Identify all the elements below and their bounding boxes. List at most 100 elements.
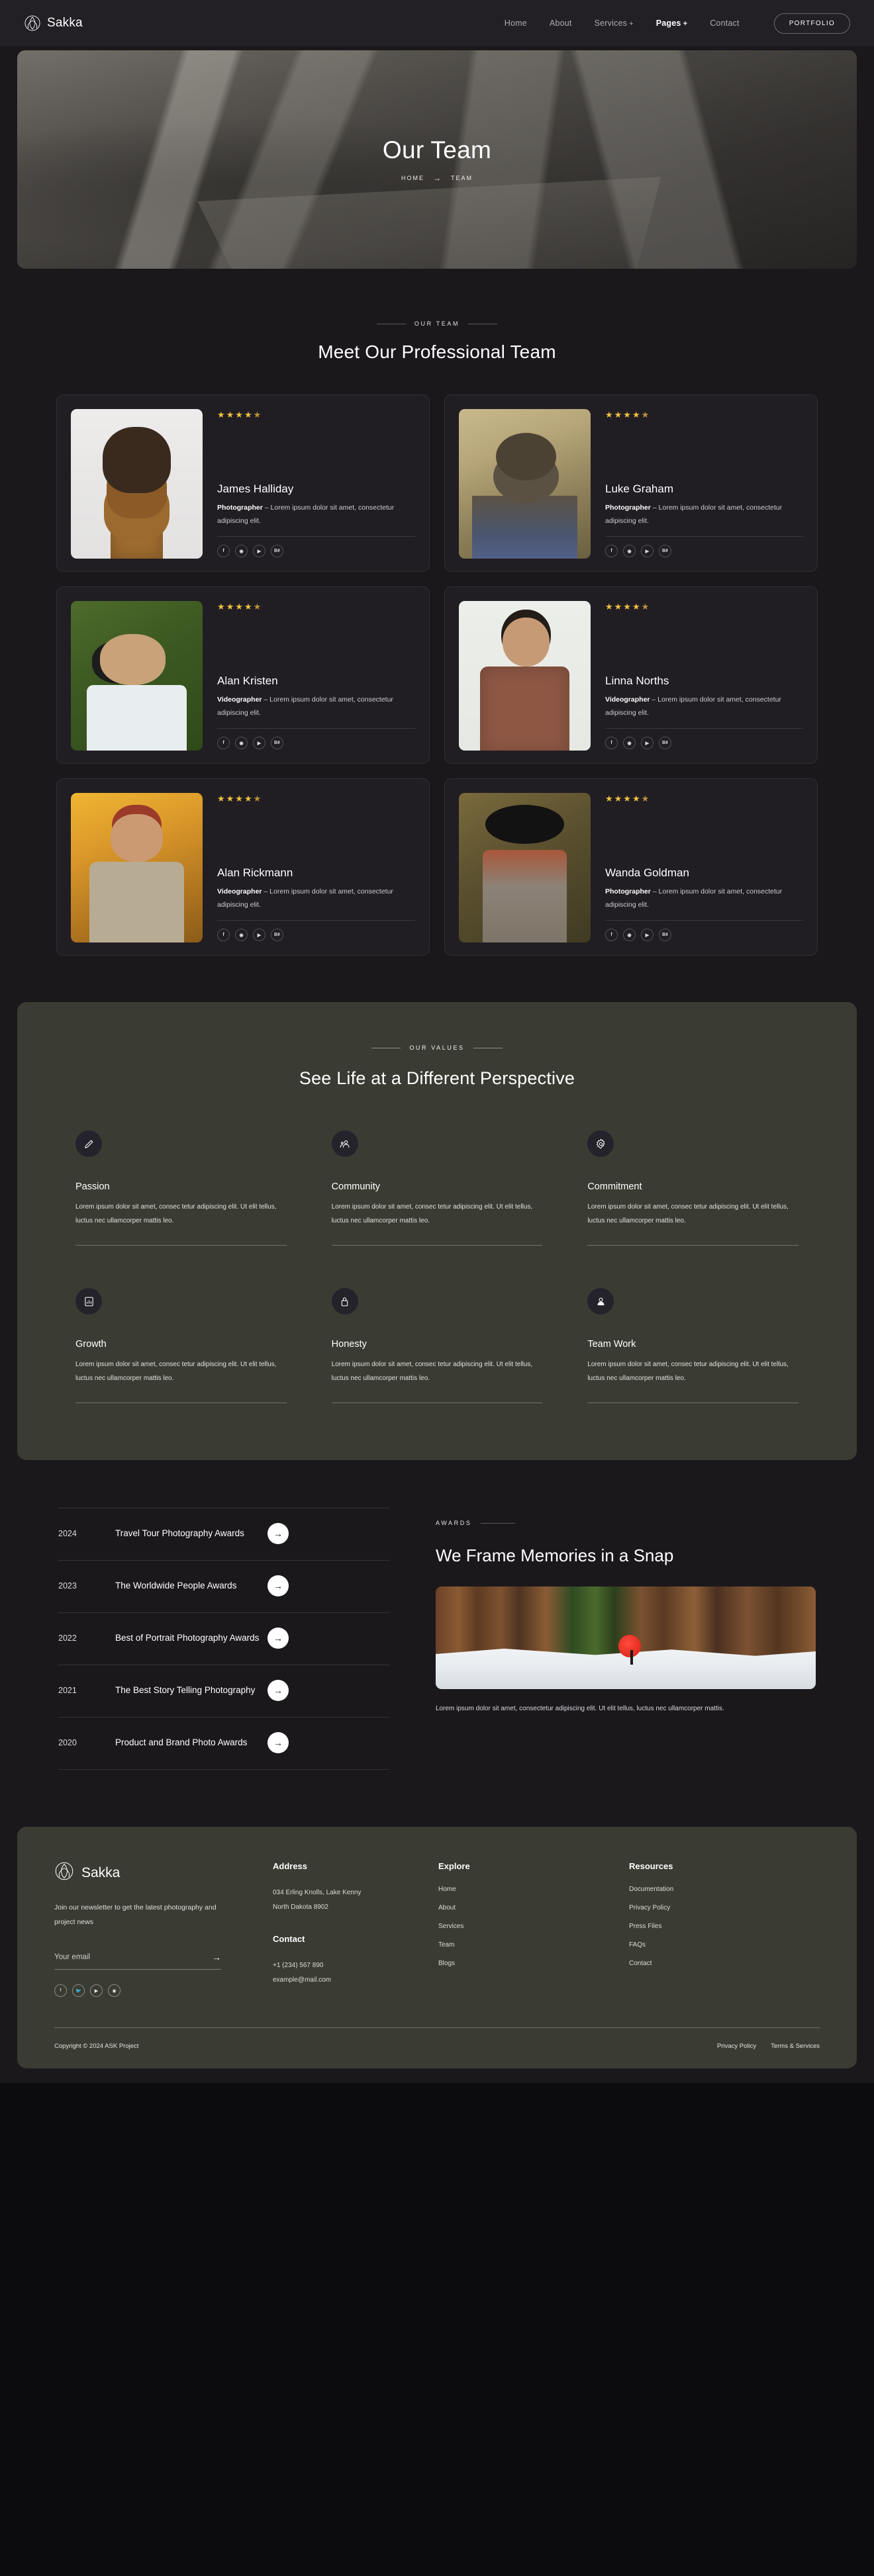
explore-link-blogs[interactable]: Blogs [438,1960,629,1967]
youtube-icon[interactable]: ▶ [253,545,266,557]
arrow-right-icon[interactable]: → [267,1628,289,1649]
contact-phone[interactable]: +1 (234) 567 890 [273,1958,438,1973]
email-field[interactable] [54,1953,212,1962]
youtube-icon[interactable]: ▶ [641,545,654,557]
award-row[interactable]: 2021 The Best Story Telling Photography … [58,1665,389,1718]
dribbble-icon[interactable]: ◉ [235,929,248,941]
behance-icon[interactable]: Bē [271,545,283,557]
value-title: Honesty [331,1339,367,1350]
award-row[interactable]: 2023 The Worldwide People Awards → [58,1561,389,1614]
avatar [459,601,591,751]
facebook-icon[interactable]: f [605,929,618,941]
team-card[interactable]: ★★★★★ Alan Rickmann Videographer – Lorem… [56,778,430,956]
behance-icon[interactable]: Bē [659,737,671,749]
facebook-icon[interactable]: f [605,737,618,749]
breadcrumb-home[interactable]: HOME [401,175,424,181]
dribbble-icon[interactable]: ◉ [623,545,636,557]
contact-email[interactable]: example@mail.com [273,1973,438,1988]
bottom-link-privacy-policy[interactable]: Privacy Policy [717,2043,756,2050]
footer-resources-col: Resources Documentation Privacy Policy P… [629,1861,820,1997]
awards-caption: Lorem ipsum dolor sit amet, consectetur … [436,1705,724,1713]
facebook-icon[interactable]: f [217,737,230,749]
lock-icon [331,1288,358,1315]
resources-link-privacy-policy[interactable]: Privacy Policy [629,1904,820,1911]
dribbble-icon[interactable]: ◉ [623,929,636,941]
nav-item-pages[interactable]: Pages + [656,19,687,28]
nav-item-about[interactable]: About [550,19,572,28]
twitter-icon[interactable]: 🐦 [72,1984,85,1998]
facebook-icon[interactable]: f [54,1984,67,1998]
team-card[interactable]: ★★★★★ Linna Norths Videographer – Lorem … [444,586,818,764]
social-links: f ◉ ▶ Bē [605,545,803,557]
facebook-icon[interactable]: f [605,545,618,557]
team-card[interactable]: ★★★★★ James Halliday Photographer – Lore… [56,394,430,572]
dribbble-icon[interactable]: ◉ [235,737,248,749]
dribbble-icon[interactable]: ◉ [108,1984,121,1998]
lotus-logo-icon [54,1861,74,1884]
resources-link-documentation[interactable]: Documentation [629,1886,820,1893]
footer-logo[interactable]: Sakka [54,1861,273,1884]
youtube-icon[interactable]: ▶ [641,737,654,749]
award-title: Best of Portrait Photography Awards [115,1632,260,1643]
divider-line [605,920,803,921]
arrow-right-icon[interactable]: → [267,1523,289,1545]
values-eyebrow-text: OUR VALUES [409,1044,465,1051]
awards-feature: AWARDS We Frame Memories in a Snap Lorem… [436,1508,816,1716]
avatar [71,409,203,559]
award-row[interactable]: 2024 Travel Tour Photography Awards → [58,1508,389,1561]
resources-heading: Resources [629,1861,673,1872]
behance-icon[interactable]: Bē [271,929,283,941]
values-eyebrow: OUR VALUES [17,1044,857,1051]
dribbble-icon[interactable]: ◉ [235,545,248,557]
behance-icon[interactable]: Bē [659,545,671,557]
youtube-icon[interactable]: ▶ [641,929,654,941]
nav-item-home[interactable]: Home [505,19,527,28]
team-card[interactable]: ★★★★★ Alan Kristen Videographer – Lorem … [56,586,430,764]
resources-link-press-files[interactable]: Press Files [629,1923,820,1930]
values-section: OUR VALUES See Life at a Different Persp… [0,976,874,1461]
facebook-icon[interactable]: f [217,545,230,557]
social-links: f ◉ ▶ Bē [605,737,803,749]
explore-link-services[interactable]: Services [438,1923,629,1930]
awards-eyebrow-text: AWARDS [436,1520,472,1527]
person-figure [630,1650,634,1665]
arrow-right-icon[interactable]: → [267,1732,289,1754]
arrow-right-icon[interactable]: → [212,1952,221,1962]
nav-item-services[interactable]: Services + [595,19,634,28]
nav-item-contact[interactable]: Contact [710,19,739,28]
explore-link-home[interactable]: Home [438,1886,629,1893]
team-card[interactable]: ★★★★★ Luke Graham Photographer – Lorem i… [444,394,818,572]
avatar [459,409,591,559]
divider-line [605,728,803,729]
resources-link-faqs[interactable]: FAQs [629,1941,820,1949]
member-name: Alan Kristen [217,674,278,688]
award-year: 2023 [58,1581,77,1591]
behance-icon[interactable]: Bē [271,737,283,749]
youtube-icon[interactable]: ▶ [90,1984,103,1998]
member-name: Wanda Goldman [605,866,689,880]
arrow-right-icon[interactable]: → [267,1575,289,1597]
team-card[interactable]: ★★★★★ Wanda Goldman Photographer – Lorem… [444,778,818,956]
resources-link-contact[interactable]: Contact [629,1960,820,1967]
newsletter-text: Join our newsletter to get the latest ph… [54,1904,217,1927]
portfolio-button[interactable]: PORTFOLIO [773,13,850,34]
award-row[interactable]: 2020 Product and Brand Photo Awards → [58,1718,389,1771]
chart-icon [75,1288,102,1315]
behance-icon[interactable]: Bē [659,929,671,941]
explore-link-about[interactable]: About [438,1904,629,1911]
facebook-icon[interactable]: f [217,929,230,941]
youtube-icon[interactable]: ▶ [253,929,266,941]
explore-heading: Explore [438,1861,470,1872]
bottom-link-terms[interactable]: Terms & Services [771,2043,820,2050]
brand-logo[interactable]: Sakka [24,15,83,32]
footer-bottom-bar: Copyright © 2024 ASK Project Privacy Pol… [54,2027,820,2050]
social-links: f ◉ ▶ Bē [217,737,415,749]
award-row[interactable]: 2022 Best of Portrait Photography Awards… [58,1613,389,1666]
member-role: Photographer – Lorem ipsum dolor sit ame… [605,504,783,525]
value-desc: Lorem ipsum dolor sit amet, consec tetur… [587,1361,789,1382]
youtube-icon[interactable]: ▶ [253,737,266,749]
arrow-right-icon[interactable]: → [267,1680,289,1702]
explore-link-team[interactable]: Team [438,1941,629,1949]
dribbble-icon[interactable]: ◉ [623,737,636,749]
awards-eyebrow: AWARDS [436,1520,816,1526]
